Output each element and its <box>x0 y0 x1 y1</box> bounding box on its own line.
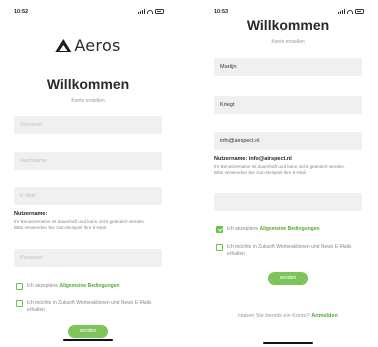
last-name-field[interactable] <box>14 152 162 170</box>
login-link[interactable]: Anmelden <box>311 313 338 319</box>
page-subtitle: Konto erstellen <box>71 98 105 104</box>
home-indicator <box>63 339 113 341</box>
wifi-icon <box>347 9 353 14</box>
wifi-icon <box>147 9 153 14</box>
home-indicator <box>263 342 313 344</box>
page-subtitle: Konto erstellen <box>271 39 305 45</box>
newsletter-label: Ich möchte in Zukunft Werbeaktionen und … <box>27 300 152 313</box>
brand-logo: Aeros <box>55 36 120 55</box>
password-field[interactable] <box>14 249 162 267</box>
terms-link[interactable]: Allgemeine Bedingungen <box>260 226 320 232</box>
battery-icon <box>155 9 164 14</box>
newsletter-checkbox[interactable] <box>216 244 223 251</box>
battery-icon <box>355 9 364 14</box>
newsletter-checkbox-row[interactable]: Ich möchte in Zukunft Werbeaktionen und … <box>216 244 356 257</box>
status-time: 10:52 <box>14 9 29 15</box>
send-button[interactable]: senden <box>68 325 108 338</box>
last-name-field[interactable] <box>214 96 362 114</box>
page-title: Willkommen <box>46 76 130 92</box>
registration-screen-empty: 10:52 Aeros Willkommen Konto erstellen N… <box>4 4 172 342</box>
email-field[interactable] <box>214 132 362 150</box>
terms-checkbox-row[interactable]: Ich akzeptiere Allgemeine Bedingungen <box>16 283 156 290</box>
username-note-title: Nutzername: info@airspect.nl <box>214 156 292 162</box>
username-note-body: Ihr Benutzername ist dauerhaft und kann … <box>214 164 346 175</box>
newsletter-label: Ich möchte in Zukunft Werbeaktionen und … <box>227 244 352 257</box>
newsletter-checkbox-row[interactable]: Ich möchte in Zukunft Werbeaktionen und … <box>16 300 156 313</box>
login-prompt: Haben Sie bereits ein Konto? Anmelden <box>204 313 372 319</box>
terms-checkbox[interactable] <box>16 283 23 290</box>
terms-checkbox[interactable] <box>216 226 223 233</box>
signal-icon <box>338 9 345 14</box>
brand-name: Aeros <box>74 36 121 55</box>
page-title: Willkommen <box>246 17 330 33</box>
status-time: 10:53 <box>214 9 229 15</box>
login-prompt-text: Haben Sie bereits ein Konto? <box>238 313 310 319</box>
aeros-logo-icon <box>55 39 72 52</box>
password-field[interactable] <box>214 193 362 211</box>
send-button[interactable]: senden <box>268 272 308 285</box>
terms-link[interactable]: Allgemeine Bedingungen <box>60 283 120 289</box>
signal-icon <box>138 9 145 14</box>
username-note-title: Nutzername: <box>14 211 48 217</box>
first-name-field[interactable] <box>14 116 162 134</box>
registration-screen-filled: 10:53 Willkommen Konto erstellen Nutzern… <box>204 4 372 347</box>
email-field[interactable] <box>14 187 162 205</box>
terms-prefix: Ich akzeptiere <box>227 226 259 232</box>
terms-prefix: Ich akzeptiere <box>27 283 59 289</box>
username-note-body: Ihr Benutzername ist dauerhaft und kann … <box>14 219 146 230</box>
status-bar: 10:52 <box>4 8 172 18</box>
first-name-field[interactable] <box>214 58 362 76</box>
terms-checkbox-row[interactable]: Ich akzeptiere Allgemeine Bedingungen <box>216 226 356 233</box>
newsletter-checkbox[interactable] <box>16 300 23 307</box>
